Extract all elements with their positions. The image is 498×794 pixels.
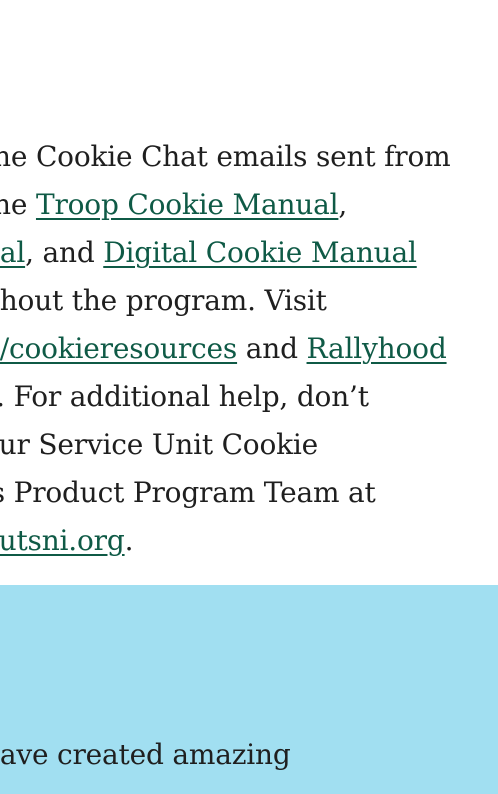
- highlight-section: have created amazing: [0, 585, 498, 794]
- paragraph-text: and: [237, 332, 307, 365]
- paragraph-line: our Service Unit Cookie: [0, 421, 498, 469]
- paragraph-text: , and: [25, 236, 104, 269]
- paragraph-text: ,: [338, 188, 348, 221]
- email-link[interactable]: outsni.org: [0, 524, 125, 557]
- paragraph-line: the Cookie Chat emails sent from: [0, 133, 498, 181]
- paragraph-line: ’s Product Program Team at: [0, 469, 498, 517]
- paragraph-text: our Service Unit Cookie: [0, 428, 319, 461]
- paragraph-line: s. For additional help, don’t: [0, 373, 498, 421]
- cookie-resources-link[interactable]: g/cookieresources: [0, 332, 237, 365]
- paragraph-text: the: [0, 188, 28, 221]
- paragraph-line: outsni.org.: [0, 517, 498, 565]
- digital-cookie-manual-link[interactable]: Digital Cookie Manual: [103, 236, 417, 269]
- paragraph-text: the Cookie Chat emails sent from: [0, 140, 451, 173]
- rallyhood-link[interactable]: Rallyhood: [307, 332, 447, 365]
- paragraph-text: .: [124, 524, 134, 557]
- paragraph-text: ghout the program. Visit: [0, 284, 327, 317]
- paragraph-line: ual, and Digital Cookie Manual: [0, 229, 498, 277]
- highlight-text: have created amazing: [0, 738, 291, 771]
- content-section: the Cookie Chat emails sent from the Tro…: [0, 0, 498, 585]
- body-paragraph: the Cookie Chat emails sent from the Tro…: [0, 133, 498, 565]
- paragraph-text: s. For additional help, don’t: [0, 380, 369, 413]
- manual-link[interactable]: ual: [0, 236, 25, 269]
- paragraph-line: g/cookieresources and Rallyhood: [0, 325, 498, 373]
- paragraph-line: the Troop Cookie Manual,: [0, 181, 498, 229]
- troop-cookie-manual-link[interactable]: Troop Cookie Manual: [36, 188, 339, 221]
- paragraph-line: ghout the program. Visit: [0, 277, 498, 325]
- paragraph-text: ’s Product Program Team at: [0, 476, 376, 509]
